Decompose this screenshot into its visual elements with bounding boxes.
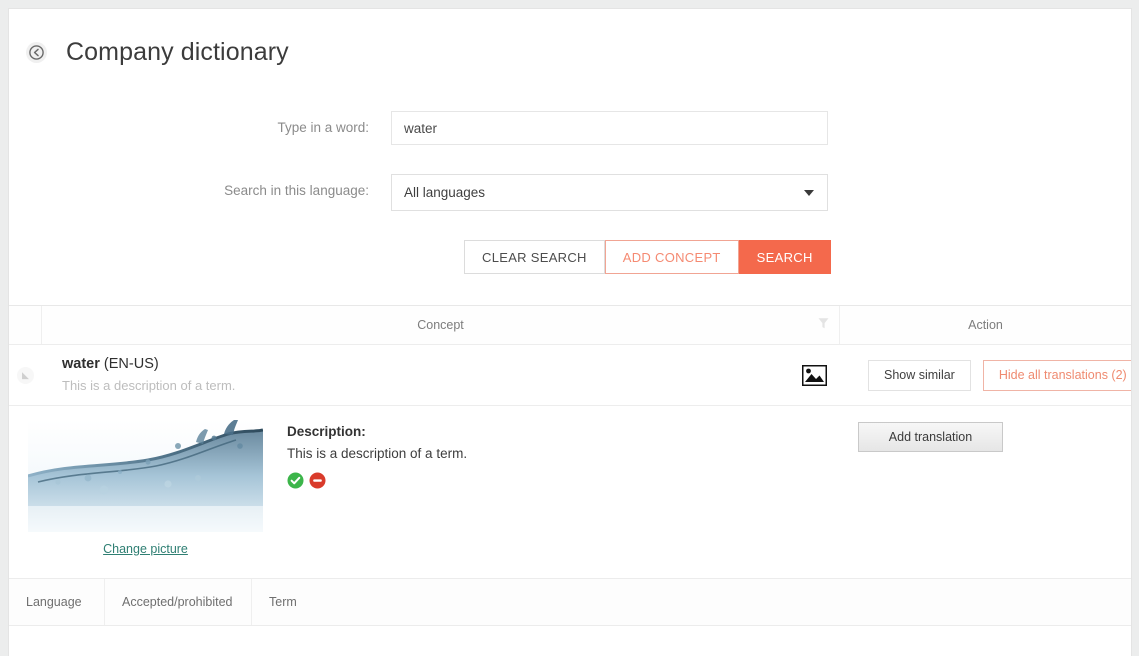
prohibited-minus-icon[interactable] xyxy=(309,472,326,494)
concept-picture-area: Change picture xyxy=(9,420,287,560)
description-label: Description: xyxy=(287,424,366,439)
change-picture-link[interactable]: Change picture xyxy=(28,542,263,556)
search-button-row: CLEAR SEARCH ADD CONCEPT SEARCH xyxy=(9,240,1131,305)
concept-detail-panel: Change picture Description: This is a de… xyxy=(9,406,1131,579)
back-circle-arrow-icon[interactable] xyxy=(26,41,47,63)
hide-all-translations-button[interactable]: Hide all translations (2) xyxy=(982,359,1131,391)
add-concept-button[interactable]: ADD CONCEPT xyxy=(604,240,739,274)
column-action: Action xyxy=(968,318,1003,332)
search-word-input[interactable] xyxy=(391,111,828,145)
chevron-collapse-icon: ◣ xyxy=(17,366,34,384)
page-header: Company dictionary xyxy=(9,9,1131,71)
results-table-header: Concept Action xyxy=(9,305,1131,345)
search-form: Type in a word: Search in this language:… xyxy=(9,71,1131,305)
status-icon-group xyxy=(287,472,840,494)
search-button[interactable]: SEARCH xyxy=(738,240,831,274)
table-row: ◣ water (EN-US) This is a description of… xyxy=(9,345,1131,406)
row-language-code: (EN-US) xyxy=(103,356,159,372)
language-label: Search in this language: xyxy=(224,183,369,198)
word-label: Type in a word: xyxy=(277,120,369,135)
row-concept-cell: water (EN-US) This is a description of a… xyxy=(42,354,788,396)
column-accepted-prohibited: Accepted/prohibited xyxy=(105,579,252,625)
row-term: water xyxy=(62,356,100,372)
page-title: Company dictionary xyxy=(66,37,289,66)
add-translation-button[interactable]: Add translation xyxy=(858,422,1003,452)
column-language: Language xyxy=(9,579,105,625)
show-similar-button[interactable]: Show similar xyxy=(868,359,971,391)
page-card: Company dictionary Type in a word: Searc… xyxy=(8,8,1132,656)
column-concept-label: Concept xyxy=(417,318,464,332)
column-spacer xyxy=(9,306,42,344)
row-expand-toggle[interactable]: ◣ xyxy=(9,366,42,384)
concept-description-area: Description: This is a description of a … xyxy=(287,420,840,560)
filter-funnel-icon[interactable] xyxy=(818,318,829,333)
concept-picture[interactable] xyxy=(28,420,263,532)
language-row: Search in this language: All languages xyxy=(9,174,1131,211)
word-row: Type in a word: xyxy=(9,111,1131,145)
column-term: Term xyxy=(269,595,297,609)
row-action-cell: Show similar Hide all translations (2) xyxy=(840,359,1131,391)
concept-detail-actions: Add translation xyxy=(840,420,1131,560)
row-description: This is a description of a term. xyxy=(62,378,236,393)
translations-table-header: Language Accepted/prohibited Term xyxy=(9,579,1131,626)
row-term-line: water (EN-US) xyxy=(62,354,788,374)
description-text: This is a description of a term. xyxy=(287,446,468,461)
column-concept: Concept xyxy=(42,306,840,344)
picture-image-icon[interactable] xyxy=(788,364,840,386)
language-select[interactable]: All languages xyxy=(391,174,828,211)
clear-search-button[interactable]: CLEAR SEARCH xyxy=(464,240,605,274)
accepted-check-icon[interactable] xyxy=(287,472,304,494)
